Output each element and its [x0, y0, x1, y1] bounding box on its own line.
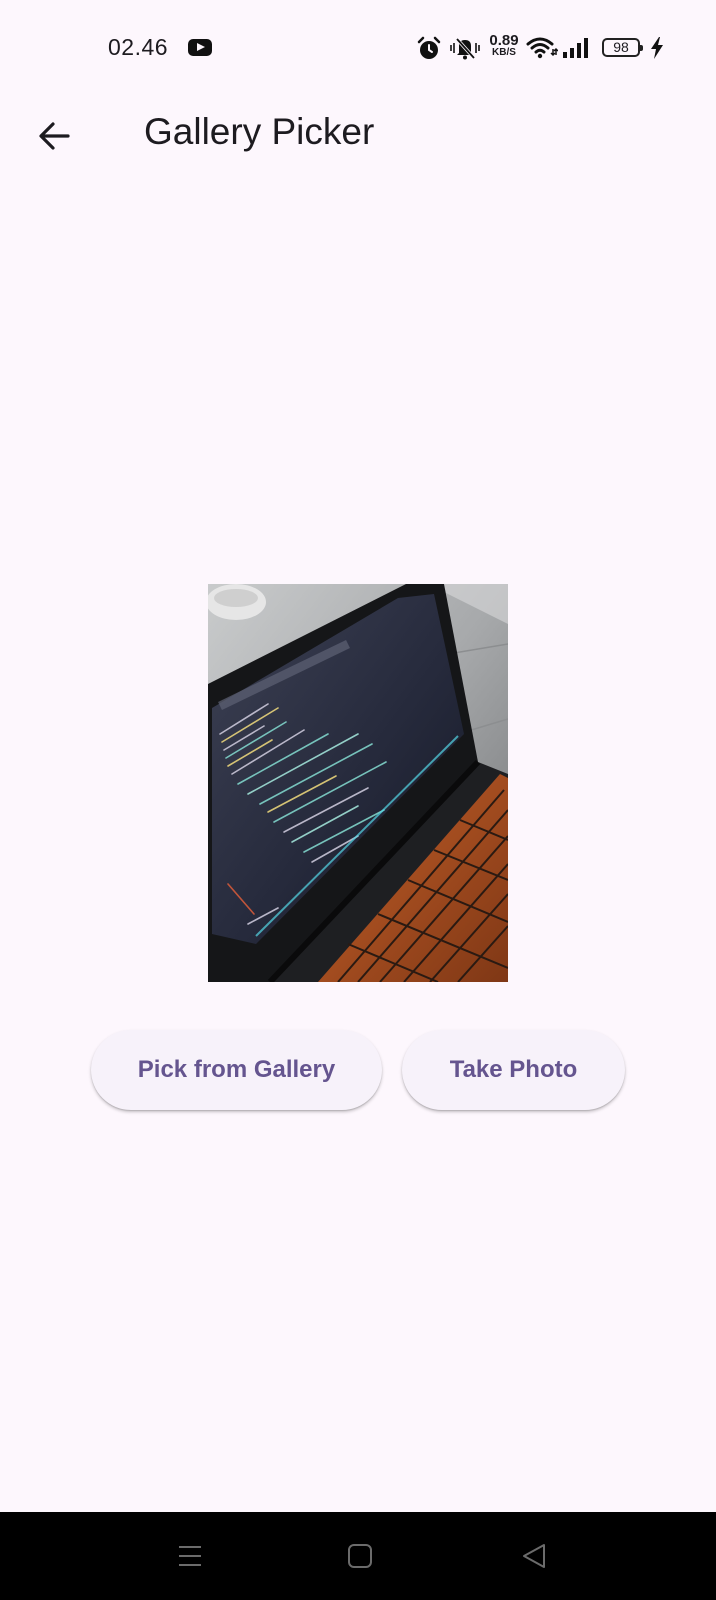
charging-icon — [651, 37, 663, 59]
back-button[interactable] — [30, 112, 78, 160]
page-title: Gallery Picker — [144, 111, 375, 152]
net-speed-value: 0.89 — [489, 32, 519, 49]
back-triangle-icon — [523, 1544, 545, 1568]
system-nav-bar — [0, 1512, 716, 1600]
youtube-icon — [188, 39, 212, 56]
status-time: 02.46 — [108, 34, 169, 60]
arrow-back-icon — [39, 122, 70, 150]
home-icon — [348, 1544, 372, 1568]
nav-menu-button[interactable] — [164, 1530, 216, 1582]
pick-from-gallery-button[interactable]: Pick from Gallery — [91, 1030, 382, 1110]
signal-icon — [563, 38, 588, 58]
nav-back-button[interactable] — [508, 1530, 560, 1582]
status-bar: 02.46 0.89 KB/S 98 — [0, 0, 716, 96]
net-speed-unit: KB/S — [492, 47, 516, 58]
battery-level: 98 — [613, 39, 629, 55]
alarm-icon — [417, 36, 441, 59]
app-bar: Gallery Picker — [0, 96, 716, 176]
net-speed: 0.89 KB/S — [486, 33, 522, 58]
mute-icon — [450, 37, 480, 60]
wifi-icon — [526, 37, 558, 59]
menu-icon — [179, 1546, 201, 1566]
selected-image — [208, 584, 508, 982]
laptop-photo — [208, 584, 508, 982]
battery-icon: 98 — [602, 38, 643, 57]
nav-home-button[interactable] — [334, 1530, 386, 1582]
take-photo-button[interactable]: Take Photo — [402, 1030, 625, 1110]
